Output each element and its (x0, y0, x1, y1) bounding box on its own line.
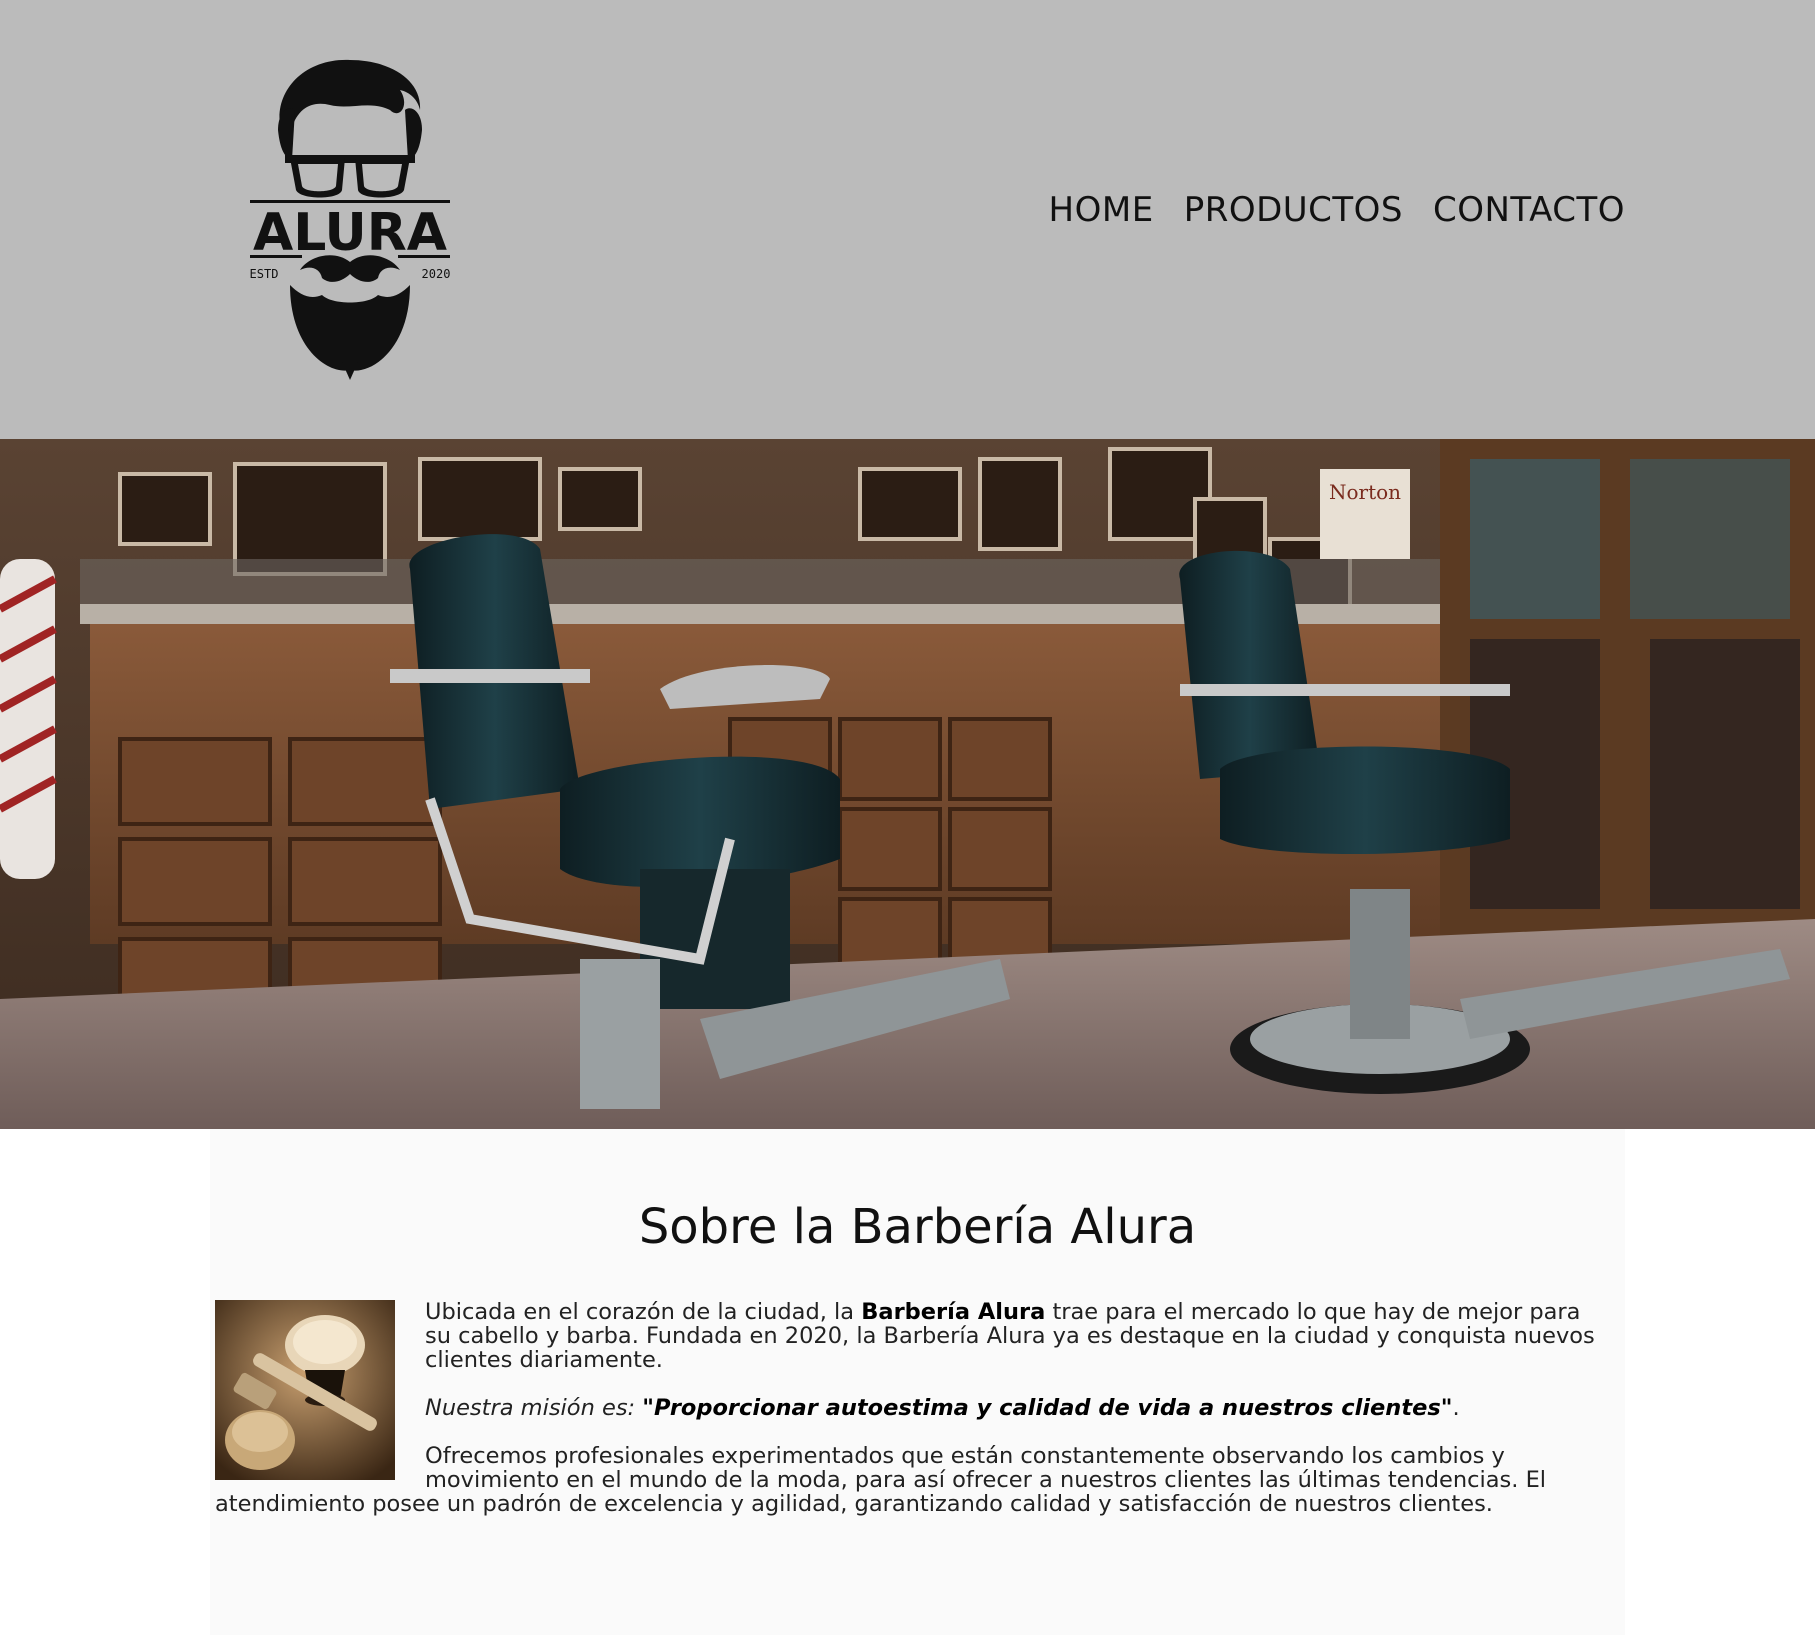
main-nav: HOME PRODUCTOS CONTACTO (1049, 190, 1625, 230)
logo-estd-label: ESTD (250, 267, 278, 281)
site-header: ALURA ESTD 2020 HOME PRODUCTOS CONTACTO (0, 0, 1815, 439)
alura-logo[interactable]: ALURA ESTD 2020 (250, 50, 450, 390)
mission-quote: "Proporcionar autoestima y calidad de vi… (642, 1395, 1453, 1421)
nav-contacto-link[interactable]: CONTACTO (1433, 190, 1625, 230)
logo-year-label: 2020 (422, 267, 450, 281)
logo-beard (290, 285, 410, 371)
mission-paragraph: Nuestra misión es: "Proporcionar autoest… (425, 1395, 1460, 1421)
logo-hair (279, 59, 421, 135)
logo-brand-text: ALURA (253, 203, 447, 263)
about-article: Ubicada en el corazón de la ciudad, la B… (215, 1300, 1610, 1540)
mission-label: Nuestra misión es: (425, 1395, 643, 1421)
barbershop-banner-image: Norton (0, 439, 1815, 1129)
shaving-kit-image (215, 1300, 395, 1480)
page-title: Sobre la Barbería Alura (638, 1199, 1197, 1255)
brand-name-bold: Barbería Alura (861, 1299, 1046, 1325)
nav-productos-link[interactable]: PRODUCTOS (1184, 190, 1403, 230)
nav-home-link[interactable]: HOME (1049, 190, 1154, 230)
logo-glasses (285, 155, 415, 198)
norton-sign: Norton (1329, 480, 1401, 504)
intro-paragraph: Ubicada en el corazón de la ciudad, la B… (425, 1299, 1595, 1373)
about-section: Sobre la Barbería Alura Ubicada en el co… (210, 1129, 1625, 1635)
services-paragraph: Ofrecemos profesionales experimentados q… (215, 1443, 1547, 1517)
